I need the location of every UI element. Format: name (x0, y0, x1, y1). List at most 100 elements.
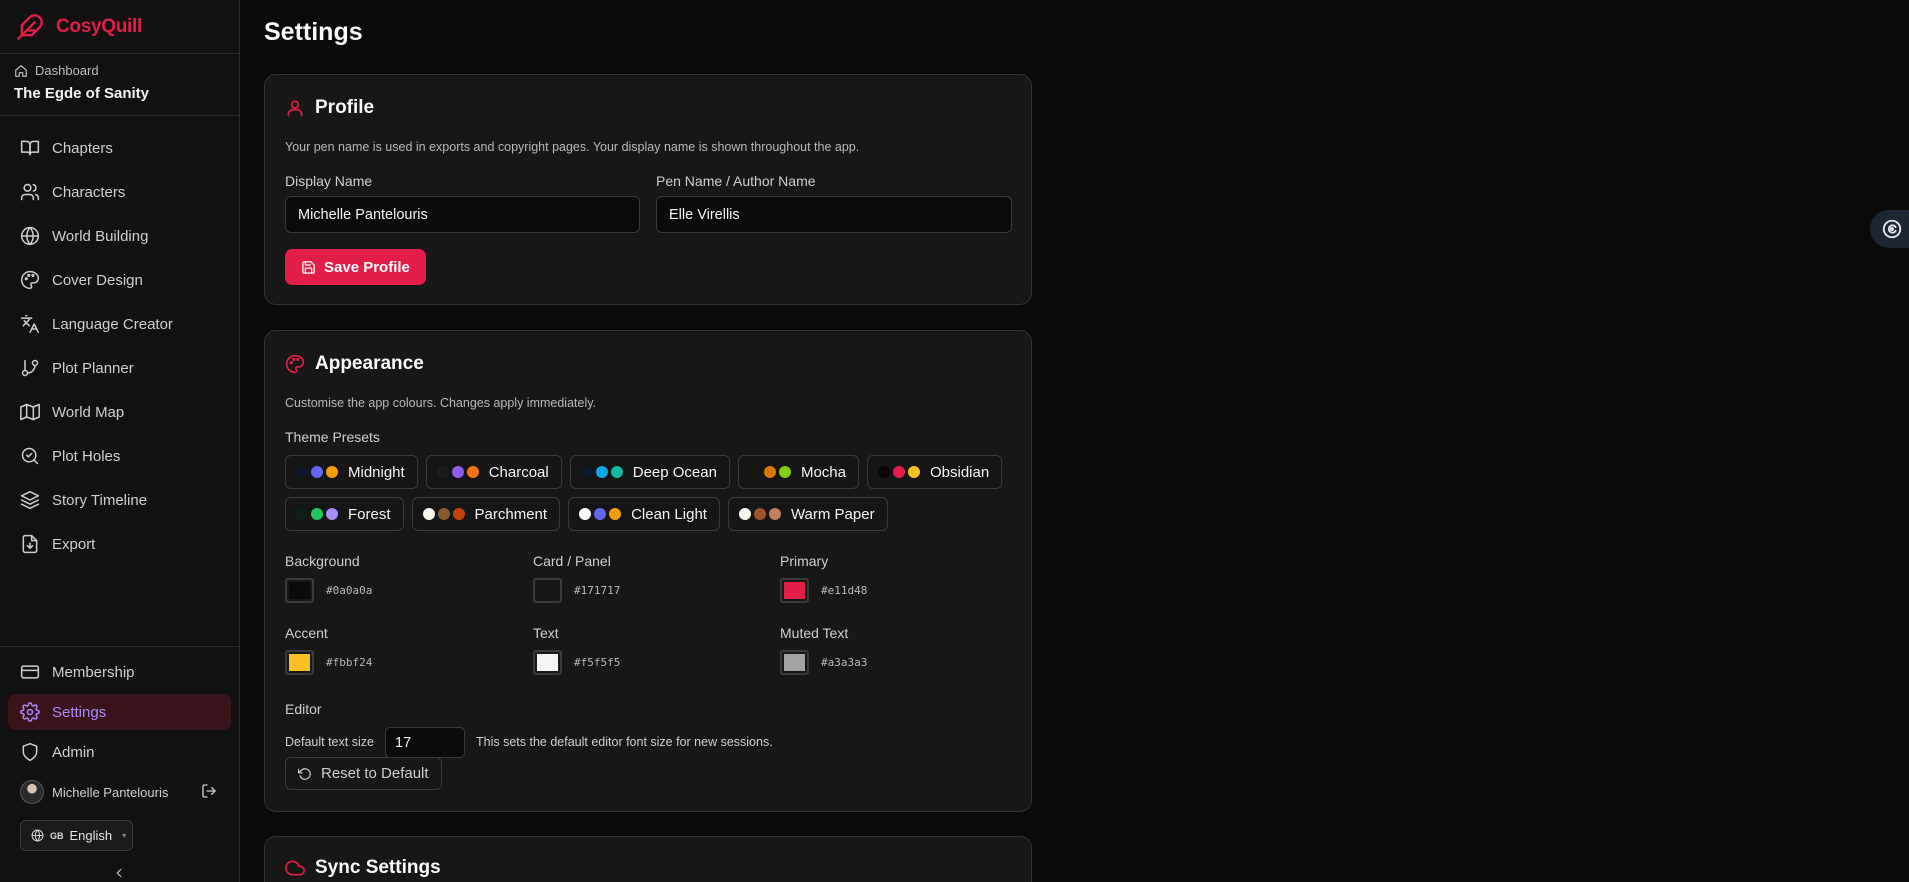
color-dot (908, 466, 920, 478)
sidebar-item-label: Chapters (52, 139, 113, 157)
floating-assistant-button[interactable] (1870, 210, 1909, 248)
globe-icon (31, 829, 44, 842)
color-dot (748, 466, 761, 478)
sidebar-item-story-timeline[interactable]: Story Timeline (8, 482, 231, 518)
sidebar-item-label: Settings (52, 703, 107, 721)
preset-charcoal[interactable]: Charcoal (425, 455, 562, 489)
user-icon (287, 100, 303, 117)
preset-midnight[interactable]: Midnight (285, 455, 418, 489)
sidebar-bottom: Membership Settings Admin Michelle Pante… (0, 646, 239, 851)
reset-default-button[interactable]: Reset to Default (285, 757, 442, 790)
preset-forest[interactable]: Forest (285, 497, 404, 531)
display-name-field[interactable] (285, 196, 640, 233)
profile-title: Profile (315, 97, 375, 118)
sidebar-item-label: Export (52, 535, 96, 553)
swatch-fill (537, 582, 558, 599)
color-picker[interactable] (780, 650, 809, 675)
preset-deep-ocean[interactable]: Deep Ocean (569, 455, 730, 489)
breadcrumb-label: Dashboard (35, 63, 99, 78)
color-picker[interactable] (780, 578, 809, 603)
map-icon (20, 403, 40, 421)
color-dot (768, 508, 781, 520)
collapse-sidebar-button[interactable] (112, 866, 126, 882)
save-profile-button[interactable]: Save Profile (285, 249, 426, 285)
sidebar-item-label: World Building (52, 227, 149, 245)
swatch-fill (537, 654, 558, 671)
color-picker[interactable] (285, 578, 314, 603)
color-dot (311, 466, 323, 478)
editor-label: Editor (285, 701, 322, 717)
color-dot (326, 466, 338, 478)
book-open-icon (20, 140, 40, 156)
palette-icon (285, 354, 305, 374)
swatch-row: #a3a3a3 (780, 650, 867, 675)
page-title: Settings (264, 18, 363, 46)
color-dot (451, 466, 464, 478)
sidebar-item-label: Admin (52, 743, 95, 761)
color-dot (326, 508, 338, 520)
breadcrumb-dashboard[interactable]: Dashboard (14, 63, 223, 78)
brand-name: CosyQuill (56, 15, 142, 37)
appearance-header: Appearance (285, 353, 424, 375)
color-picker[interactable] (285, 650, 314, 675)
sidebar-item-plot-planner[interactable]: Plot Planner (8, 350, 231, 386)
hex-value: #0a0a0a (326, 584, 373, 597)
avatar[interactable] (20, 780, 44, 804)
file-export-icon (22, 534, 38, 554)
swatch-row: #f5f5f5 (533, 650, 620, 675)
user-name: Michelle Pantelouris (52, 784, 169, 800)
appearance-card: Appearance Customise the app colours. Ch… (264, 330, 1032, 812)
sidebar-item-label: Membership (52, 663, 135, 681)
color-dot (778, 466, 791, 478)
color-dot (738, 508, 751, 520)
preset-parchment[interactable]: Parchment (411, 497, 561, 531)
project-header: Dashboard The Egde of Sanity (0, 54, 239, 116)
hex-value: #a3a3a3 (821, 656, 868, 669)
preset-clean-light[interactable]: Clean Light (568, 497, 720, 531)
logout-button[interactable] (201, 783, 217, 802)
preset-name: Warm Paper (790, 505, 875, 523)
sidebar-item-admin[interactable]: Admin (8, 734, 231, 770)
color-accent: Accent #fbbf24 (285, 625, 372, 675)
sidebar-item-label: World Map (52, 403, 125, 421)
brand[interactable]: CosyQuill (0, 0, 239, 54)
theme-presets: Midnight Charcoal Deep Ocean Mocha Obsid… (285, 455, 1015, 539)
preset-warm-paper[interactable]: Warm Paper (727, 497, 888, 531)
color-picker[interactable] (533, 578, 562, 603)
sidebar-item-world-building[interactable]: World Building (8, 218, 231, 254)
shield-icon (22, 742, 38, 762)
display-name-label: Display Name (285, 173, 373, 189)
log-out-icon (202, 783, 216, 798)
swatch-fill (784, 582, 805, 599)
text-size-input[interactable] (385, 727, 465, 758)
appearance-title: Appearance (315, 353, 424, 374)
color-dot (594, 508, 607, 520)
save-icon (302, 260, 315, 274)
language-select[interactable]: GB English ▾ (20, 820, 133, 851)
color-dot (296, 508, 308, 520)
swatch-row: #171717 (533, 578, 620, 603)
swatch-fill (289, 582, 310, 599)
preset-obsidian[interactable]: Obsidian (867, 455, 1003, 489)
color-picker[interactable] (533, 650, 562, 675)
sidebar-item-world-map[interactable]: World Map (8, 394, 231, 430)
sidebar-item-plot-holes[interactable]: Plot Holes (8, 438, 231, 474)
preset-name: Midnight (348, 463, 405, 481)
app-root: CosyQuill Dashboard The Egde of Sanity C… (0, 0, 1909, 882)
preset-mocha[interactable]: Mocha (737, 455, 859, 489)
text-size-label: Default text size (285, 735, 374, 749)
color-dot (753, 508, 766, 520)
sidebar-item-settings[interactable]: Settings (8, 694, 231, 730)
pen-name-field[interactable] (656, 196, 1012, 233)
sidebar-item-cover-design[interactable]: Cover Design (8, 262, 231, 298)
sidebar-item-label: Cover Design (52, 271, 143, 289)
color-background: Background #0a0a0a (285, 553, 372, 603)
sidebar-item-membership[interactable]: Membership (8, 654, 231, 690)
theme-presets-label: Theme Presets (285, 429, 380, 445)
sidebar-item-characters[interactable]: Characters (8, 174, 231, 210)
sidebar-item-export[interactable]: Export (8, 526, 231, 562)
sidebar-item-language-creator[interactable]: Language Creator (8, 306, 231, 342)
color-dot (609, 508, 622, 520)
sidebar-item-chapters[interactable]: Chapters (8, 130, 231, 166)
color-label: Card / Panel (533, 553, 611, 569)
